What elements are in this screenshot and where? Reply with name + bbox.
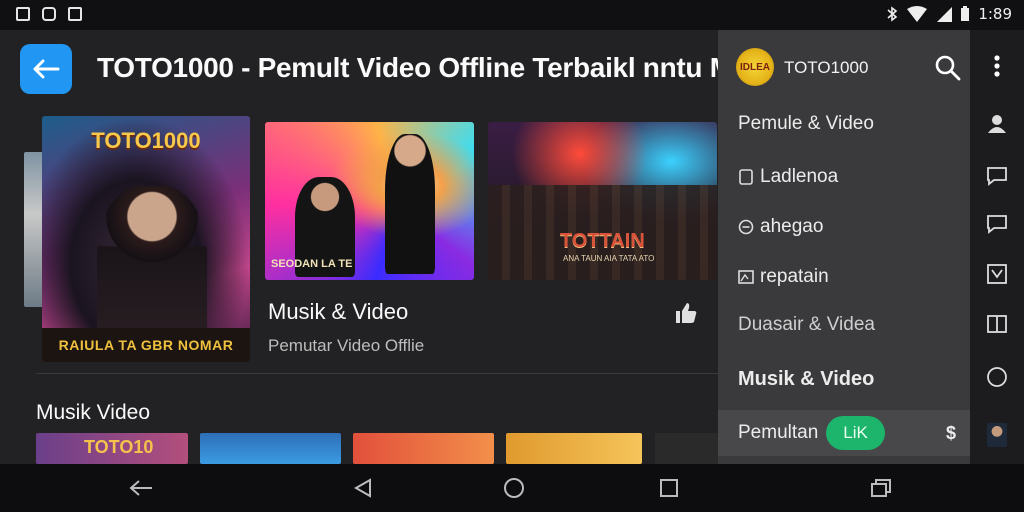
thumbnail-subtext: ANA TAUN AIA TATA ATO [563, 254, 655, 263]
drawer-item-label: repatain [760, 266, 829, 287]
chat-icon[interactable] [970, 156, 1024, 196]
game-icon [42, 7, 56, 21]
section-title: Musik Video [36, 401, 151, 424]
system-status: 1:89 [886, 5, 1012, 23]
drawer-item[interactable]: Pemule & Video [718, 100, 970, 148]
drawer-item-label: Musik & Video [738, 367, 875, 390]
poster-title: TOTO1000 [91, 128, 201, 153]
drawer-item-label: Pemultan [738, 422, 819, 443]
page-title: TOTO1000 - Pemult Video Offline Terbaikl… [97, 52, 718, 83]
video-thumbnail[interactable] [506, 433, 642, 464]
brand-name: TOTO1000 [784, 58, 869, 77]
drawer-item-label: Pemule & Video [738, 113, 874, 134]
card-title: Musik & Video [268, 299, 409, 324]
checkbox-icon[interactable] [970, 254, 1024, 294]
circle-icon[interactable] [970, 357, 1024, 397]
more-vert-icon[interactable] [970, 46, 1024, 86]
recents-square-icon[interactable] [656, 476, 682, 500]
search-icon[interactable] [934, 54, 962, 82]
person-icon[interactable] [970, 104, 1024, 144]
app-bar: TOTO1000 - Pemult Video Offline Terbaikl… [0, 30, 718, 114]
bluetooth-icon [887, 6, 898, 22]
book-icon[interactable] [970, 304, 1024, 344]
drawer-item-label: ahegao [760, 216, 824, 237]
drawer-item[interactable]: repatain [718, 253, 970, 301]
poster-banner: RAIULA TA GBR NOMAR [42, 328, 250, 362]
carousel-prev-thumbnail[interactable] [24, 152, 44, 307]
video-thumbnail-concert[interactable]: SEODAN LA TE [265, 122, 474, 280]
right-rail [970, 30, 1024, 464]
status-bar: 1:89 [0, 0, 1024, 30]
drawer-item-active[interactable]: Pemultan LiK $ [718, 410, 970, 456]
card-subtitle: Pemutar Video Offlie [268, 336, 425, 355]
like-pill-button[interactable]: LiK [826, 416, 885, 450]
featured-poster[interactable]: TOTO1000 RAIULA TA GBR NOMAR [42, 116, 250, 362]
thumbnail-caption: SEODAN LA TE [271, 258, 353, 270]
home-triangle-icon[interactable] [350, 476, 376, 500]
thumbnail-logo: TOTTAIN [560, 230, 645, 252]
drawer-item-label: Duasair & Videa [738, 314, 875, 335]
signal-icon [937, 7, 953, 22]
side-drawer: IDLEA TOTO1000 Pemule & Video Ladlenoa a… [718, 30, 970, 464]
home-circle-icon[interactable] [501, 476, 527, 500]
drawer-item[interactable]: ahegao [718, 203, 970, 251]
video-thumbnail[interactable]: TOTO10 [36, 433, 188, 464]
video-thumbnail[interactable] [200, 433, 341, 464]
drawer-item[interactable]: Duasair & Videa [718, 301, 970, 349]
multiwindow-icon[interactable] [868, 476, 894, 500]
thumbnail-text: TOTO10 [84, 437, 154, 457]
brand-logo: IDLEA [736, 48, 774, 86]
avatar-icon[interactable] [970, 415, 1024, 455]
back-button[interactable] [20, 44, 72, 94]
system-nav-bar [0, 464, 1024, 512]
image-icon [738, 270, 754, 284]
message-icon [68, 7, 82, 21]
clock: 1:89 [978, 5, 1012, 23]
gallery-icon [16, 7, 30, 21]
back-icon[interactable] [128, 476, 154, 500]
notification-icons [16, 7, 82, 21]
drawer-item[interactable]: Musik & Video [718, 355, 970, 403]
arrow-left-icon [33, 59, 60, 79]
main-content: TOTO1000 - Pemult Video Offline Terbaikl… [0, 30, 718, 464]
drawer-item-label: Ladlenoa [760, 166, 839, 187]
wifi-icon [907, 6, 928, 22]
drawer-header: IDLEA TOTO1000 [718, 30, 970, 102]
square-icon [739, 169, 753, 185]
thumbnail-singer [385, 134, 435, 274]
currency-indicator: $ [945, 422, 956, 443]
video-thumbnail[interactable] [353, 433, 494, 464]
divider [36, 373, 718, 374]
minus-circle-icon [738, 219, 754, 235]
chat-icon[interactable] [970, 204, 1024, 244]
battery-icon [961, 6, 970, 21]
video-thumbnail[interactable] [655, 433, 718, 464]
video-thumbnail-band[interactable]: TOTTAIN ANA TAUN AIA TATA ATO [488, 122, 717, 280]
drawer-item[interactable]: Ladlenoa [718, 153, 970, 201]
thumbs-up-icon[interactable] [674, 301, 698, 325]
